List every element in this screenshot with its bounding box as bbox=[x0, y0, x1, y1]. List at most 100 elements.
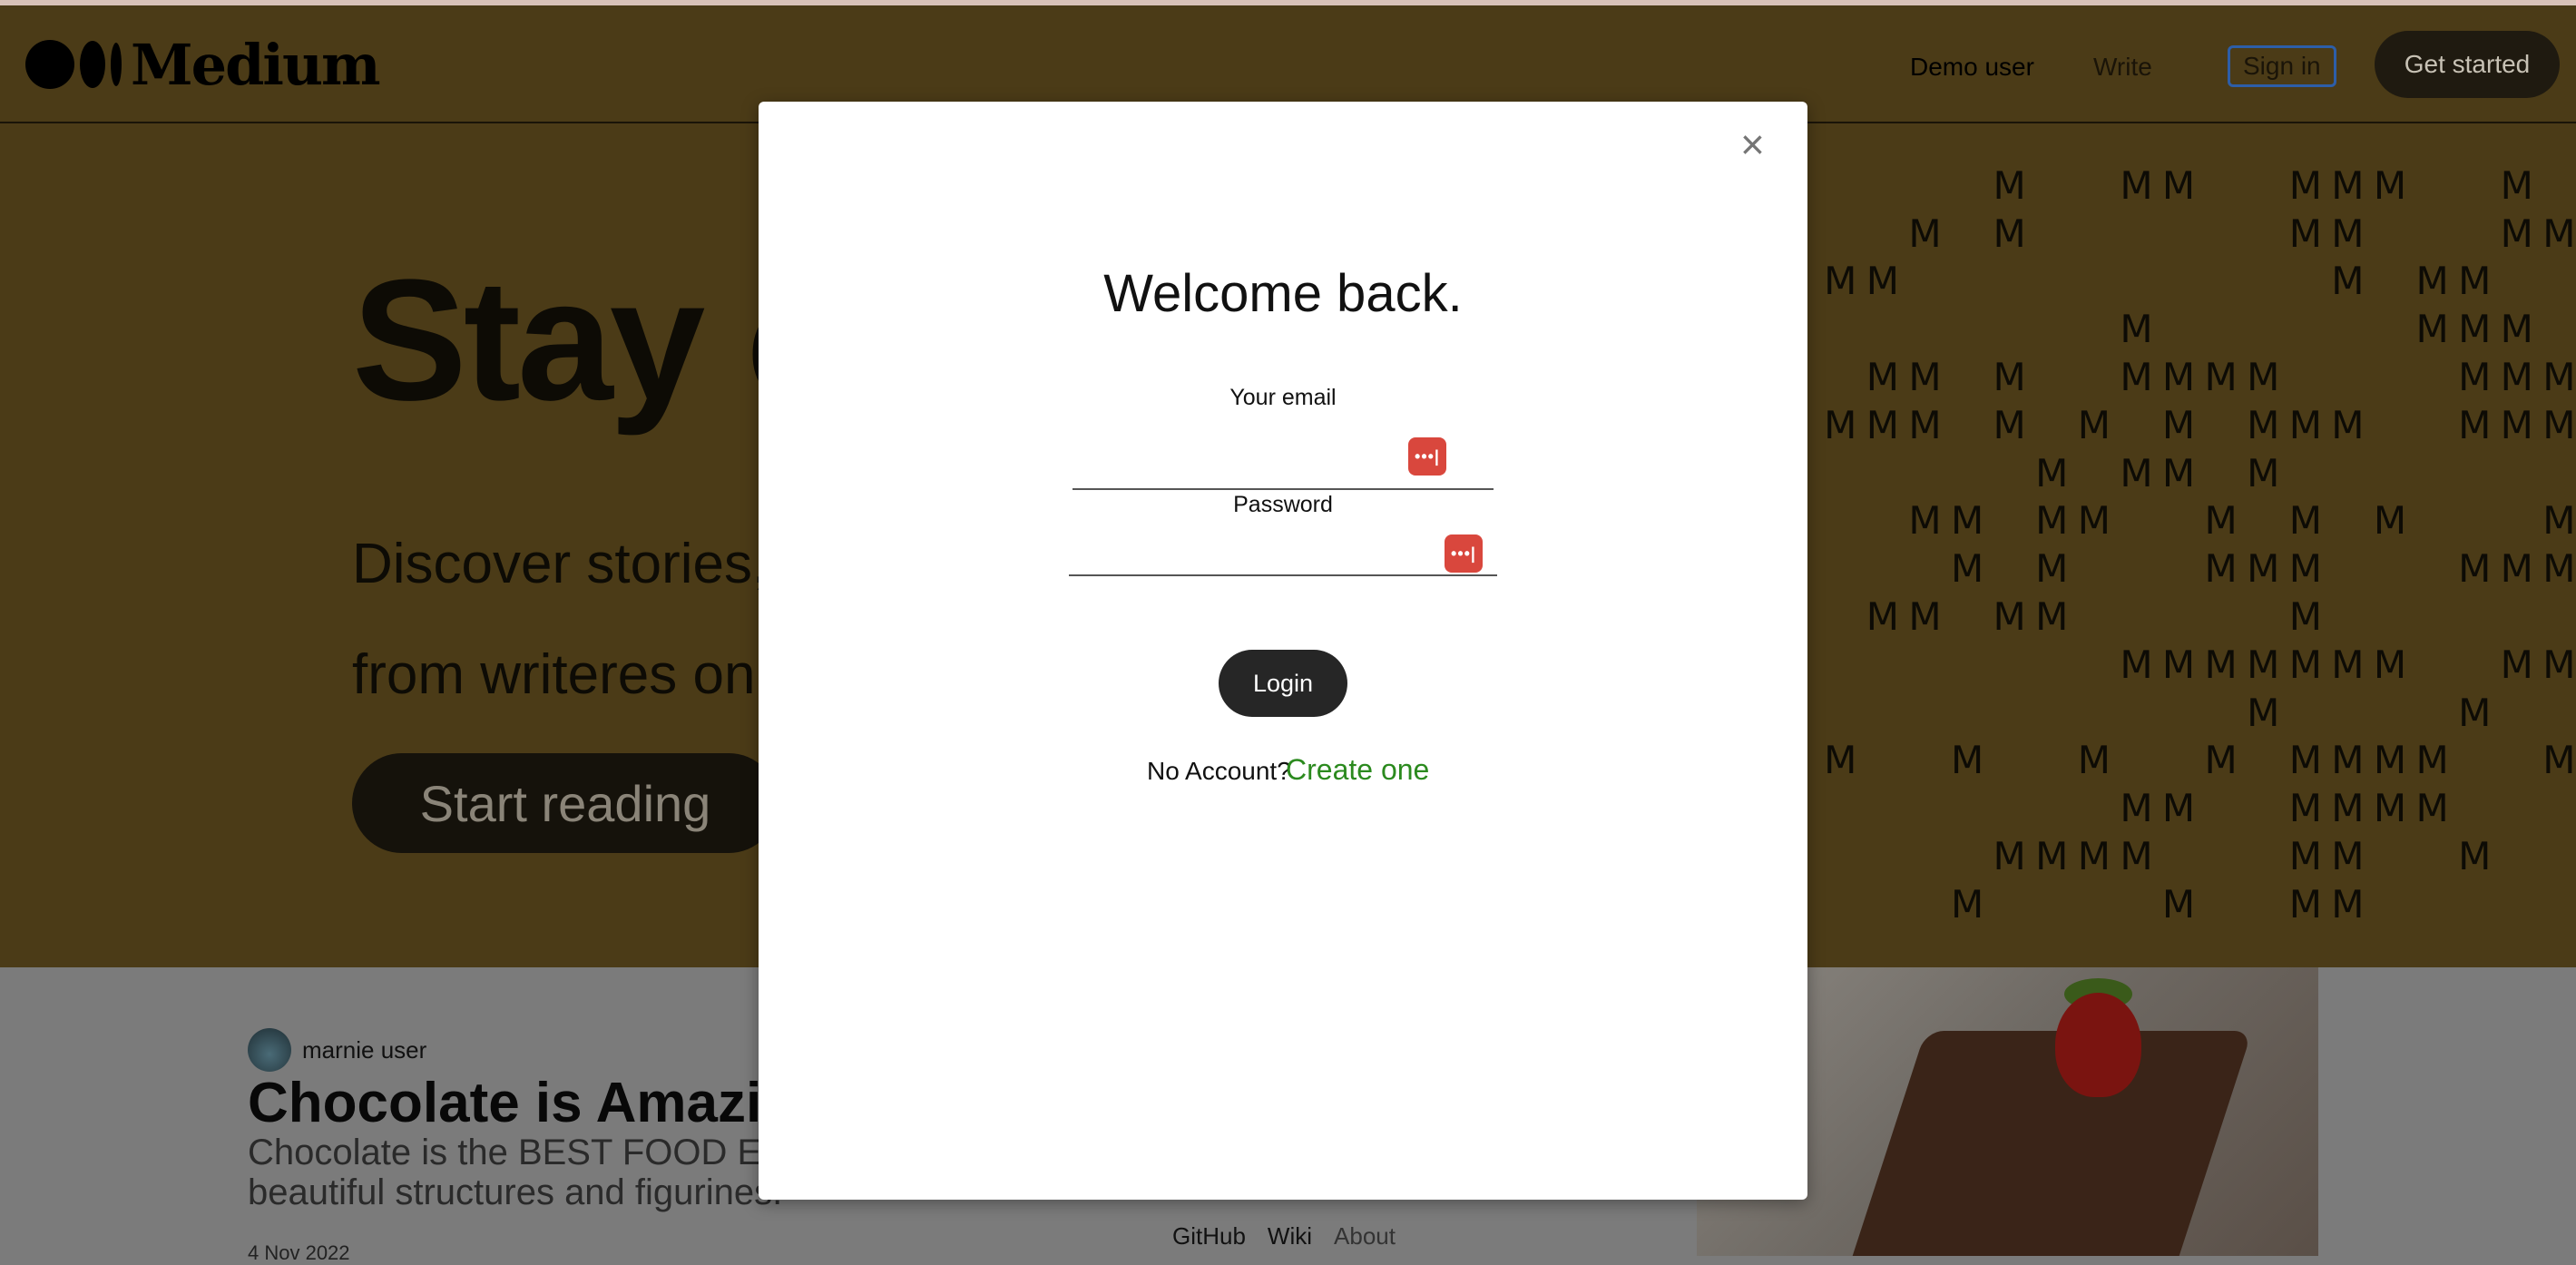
pattern-letter: M bbox=[1993, 402, 2026, 447]
pattern-gap bbox=[2158, 832, 2200, 880]
pattern-letter: M bbox=[2331, 402, 2365, 447]
pattern-gap bbox=[2115, 544, 2158, 593]
pattern-letter: M bbox=[2035, 594, 2069, 640]
pattern-gap bbox=[2538, 162, 2576, 210]
pattern-gap bbox=[2411, 497, 2454, 545]
pattern-gap bbox=[2411, 449, 2454, 497]
close-icon[interactable]: × bbox=[1740, 123, 1765, 165]
pattern-letter: M bbox=[2161, 402, 2196, 447]
pattern-letter: M bbox=[1993, 355, 2026, 400]
pattern-letter: M bbox=[2247, 355, 2280, 400]
pattern-gap bbox=[1819, 544, 1862, 593]
cake-shape bbox=[1848, 1031, 2253, 1256]
pattern-gap bbox=[2538, 689, 2576, 737]
pattern-letter: M bbox=[2500, 211, 2533, 256]
pattern-gap bbox=[2031, 737, 2073, 785]
password-manager-icon[interactable]: •••| bbox=[1445, 534, 1483, 573]
pattern-gap bbox=[2369, 210, 2412, 258]
pattern-letter: M bbox=[2077, 834, 2111, 879]
create-account-link[interactable]: Create one bbox=[1286, 753, 1429, 787]
pattern-letter: M bbox=[1908, 355, 1942, 400]
pattern-letter: M bbox=[2373, 162, 2407, 208]
pattern-letter: M bbox=[2331, 834, 2365, 879]
pattern-gap bbox=[1904, 880, 1946, 928]
password-label: Password bbox=[1233, 492, 1333, 517]
pattern-gap bbox=[2031, 162, 2073, 210]
pattern-gap bbox=[1988, 258, 2031, 306]
pattern-gap bbox=[2326, 353, 2369, 401]
pattern-gap bbox=[2073, 784, 2116, 832]
medium-logo-icon bbox=[25, 40, 122, 89]
demo-user-link[interactable]: Demo user bbox=[1910, 53, 2034, 82]
pattern-gap bbox=[2369, 449, 2412, 497]
about-link[interactable]: About bbox=[1334, 1222, 1396, 1250]
post-description: Chocolate is the BEST FOOD E beautiful s… bbox=[248, 1133, 783, 1212]
modal-title: Welcome back. bbox=[1103, 264, 1463, 323]
pattern-letter: M bbox=[1824, 738, 1857, 783]
pattern-gap bbox=[2073, 305, 2116, 353]
pattern-gap bbox=[2285, 353, 2327, 401]
pattern-gap bbox=[1819, 689, 1862, 737]
login-button[interactable]: Login bbox=[1219, 650, 1347, 717]
pattern-letter: M bbox=[2458, 402, 2492, 447]
pattern-gap bbox=[2411, 210, 2454, 258]
pattern-gap bbox=[1946, 258, 1989, 306]
pattern-gap bbox=[2158, 305, 2200, 353]
get-started-button[interactable]: Get started bbox=[2375, 31, 2560, 98]
pattern-letter: M bbox=[2204, 498, 2238, 544]
pattern-letter: M bbox=[1908, 594, 1942, 640]
pattern-letter: M bbox=[2120, 307, 2153, 352]
no-account-text: No Account? bbox=[1147, 757, 1291, 785]
pattern-letter: M bbox=[1950, 738, 1984, 783]
wiki-link[interactable]: Wiki bbox=[1268, 1222, 1312, 1250]
pattern-letter: M bbox=[2542, 738, 2576, 783]
pattern-gap bbox=[2031, 689, 2073, 737]
pattern-gap bbox=[2073, 449, 2116, 497]
pattern-gap bbox=[2454, 880, 2496, 928]
pattern-gap bbox=[1819, 784, 1862, 832]
pattern-letter: M bbox=[2035, 834, 2069, 879]
pattern-letter: M bbox=[2500, 546, 2533, 592]
pattern-gap bbox=[2073, 593, 2116, 641]
email-field[interactable] bbox=[1073, 488, 1494, 490]
pattern-letter: M bbox=[2331, 786, 2365, 831]
password-field[interactable] bbox=[1069, 574, 1497, 576]
pattern-letter: M bbox=[2161, 881, 2196, 927]
pattern-gap bbox=[2454, 641, 2496, 689]
pattern-gap bbox=[2326, 689, 2369, 737]
post-author[interactable]: marnie user bbox=[248, 1028, 426, 1072]
pattern-letter: M bbox=[2331, 738, 2365, 783]
pattern-gap bbox=[1904, 641, 1946, 689]
login-modal: × Welcome back. Your email •••| Password… bbox=[759, 102, 1807, 1200]
pattern-letter: M bbox=[2120, 162, 2153, 208]
pattern-letter: M bbox=[2288, 786, 2322, 831]
pattern-letter: M bbox=[2120, 642, 2153, 687]
pattern-letter: M bbox=[2288, 834, 2322, 879]
pattern-gap bbox=[1946, 689, 1989, 737]
pattern-gap bbox=[2073, 641, 2116, 689]
pattern-gap bbox=[2115, 880, 2158, 928]
pattern-gap bbox=[2242, 832, 2285, 880]
pattern-letter: M bbox=[2288, 594, 2322, 640]
write-link[interactable]: Write bbox=[2093, 53, 2152, 82]
sign-in-button[interactable]: Sign in bbox=[2228, 45, 2336, 87]
medium-logo[interactable]: Medium bbox=[25, 32, 381, 98]
github-link[interactable]: GitHub bbox=[1172, 1222, 1246, 1250]
pattern-letter: M bbox=[2458, 834, 2492, 879]
pattern-gap bbox=[2496, 880, 2539, 928]
password-manager-icon[interactable]: •••| bbox=[1408, 437, 1446, 476]
pattern-gap bbox=[1904, 544, 1946, 593]
pattern-gap bbox=[2031, 641, 2073, 689]
pattern-gap bbox=[1862, 497, 1905, 545]
pattern-gap bbox=[1904, 162, 1946, 210]
pattern-gap bbox=[1819, 210, 1862, 258]
post-title[interactable]: Chocolate is Amazin bbox=[248, 1071, 796, 1135]
pattern-letter: M bbox=[1866, 402, 1900, 447]
post-date: 4 Nov 2022 bbox=[248, 1241, 350, 1264]
start-reading-button[interactable]: Start reading bbox=[352, 753, 779, 853]
pattern-gap bbox=[2538, 593, 2576, 641]
pattern-gap bbox=[2115, 737, 2158, 785]
pattern-gap bbox=[2073, 258, 2116, 306]
pattern-letter: M bbox=[2204, 355, 2238, 400]
pattern-gap bbox=[2411, 401, 2454, 449]
